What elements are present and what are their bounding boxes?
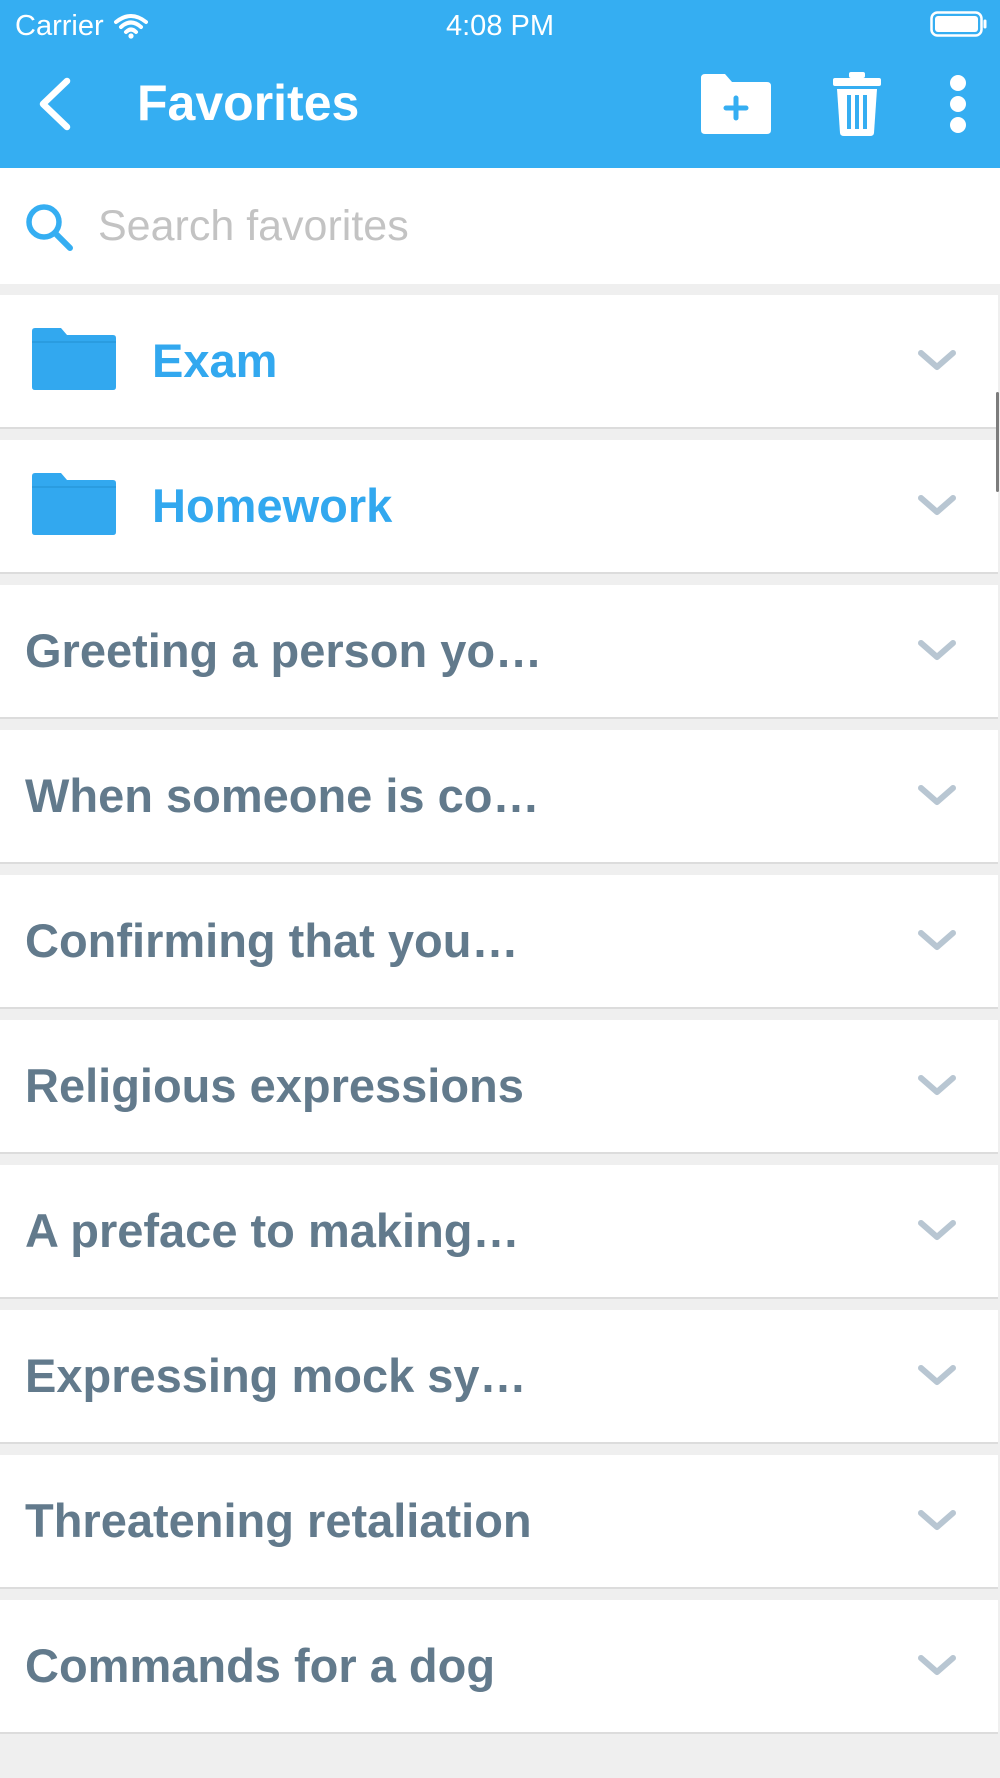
phrase-label: Confirming that you… xyxy=(25,914,519,967)
scroll-indicator[interactable] xyxy=(996,392,999,492)
page-title: Favorites xyxy=(137,75,360,131)
more-options-button[interactable] xyxy=(935,64,980,144)
chevron-down-icon[interactable] xyxy=(916,492,958,520)
phrase-label: Religious expressions xyxy=(25,1059,524,1112)
phrase-label: A preface to making… xyxy=(25,1204,520,1257)
chevron-down-icon[interactable] xyxy=(916,1362,958,1390)
phrase-label: Greeting a person yo… xyxy=(25,624,543,677)
folder-label: Exam xyxy=(152,334,278,387)
chevron-down-icon[interactable] xyxy=(916,927,958,955)
new-folder-button[interactable] xyxy=(696,64,776,144)
phrase-row[interactable]: Greeting a person yo… xyxy=(0,585,998,719)
phrase-row[interactable]: When someone is co… xyxy=(0,730,998,864)
folder-icon xyxy=(32,473,116,535)
battery-icon xyxy=(930,11,987,37)
favorites-list: Exam Homework Greeting a person yo… When… xyxy=(0,295,1000,1745)
phrase-label: Commands for a dog xyxy=(25,1639,496,1692)
phrase-row[interactable]: Religious expressions xyxy=(0,1020,998,1154)
chevron-down-icon[interactable] xyxy=(916,1652,958,1680)
folder-row-homework[interactable]: Homework xyxy=(0,440,998,574)
chevron-left-icon xyxy=(39,77,71,131)
back-button[interactable] xyxy=(24,66,84,142)
folder-row-exam[interactable]: Exam xyxy=(0,295,998,429)
phrase-row[interactable]: Expressing mock sy… xyxy=(0,1310,998,1444)
trash-icon xyxy=(833,72,881,136)
chevron-down-icon[interactable] xyxy=(916,1217,958,1245)
folder-icon xyxy=(32,328,116,390)
search-bar xyxy=(0,168,1000,284)
search-icon xyxy=(26,204,73,251)
chevron-down-icon[interactable] xyxy=(916,782,958,810)
status-time: 4:08 PM xyxy=(446,10,554,42)
phrase-row[interactable]: A preface to making… xyxy=(0,1165,998,1299)
phrase-label: When someone is co… xyxy=(25,769,540,822)
chevron-down-icon[interactable] xyxy=(916,347,958,375)
folder-label: Homework xyxy=(152,479,393,532)
phrase-label: Expressing mock sy… xyxy=(25,1349,527,1402)
more-vertical-icon xyxy=(949,75,966,133)
chevron-down-icon[interactable] xyxy=(916,1507,958,1535)
app-header: Carrier 4:08 PM Favorites xyxy=(0,0,1000,168)
phrase-row[interactable]: Commands for a dog xyxy=(0,1600,998,1734)
chevron-down-icon[interactable] xyxy=(916,637,958,665)
search-input[interactable] xyxy=(98,196,958,256)
folder-plus-icon xyxy=(701,74,771,134)
phrase-row[interactable]: Confirming that you… xyxy=(0,875,998,1009)
delete-button[interactable] xyxy=(822,64,892,144)
chevron-down-icon[interactable] xyxy=(916,1072,958,1100)
phrase-label: Threatening retaliation xyxy=(25,1494,532,1547)
phrase-row[interactable]: Threatening retaliation xyxy=(0,1455,998,1589)
